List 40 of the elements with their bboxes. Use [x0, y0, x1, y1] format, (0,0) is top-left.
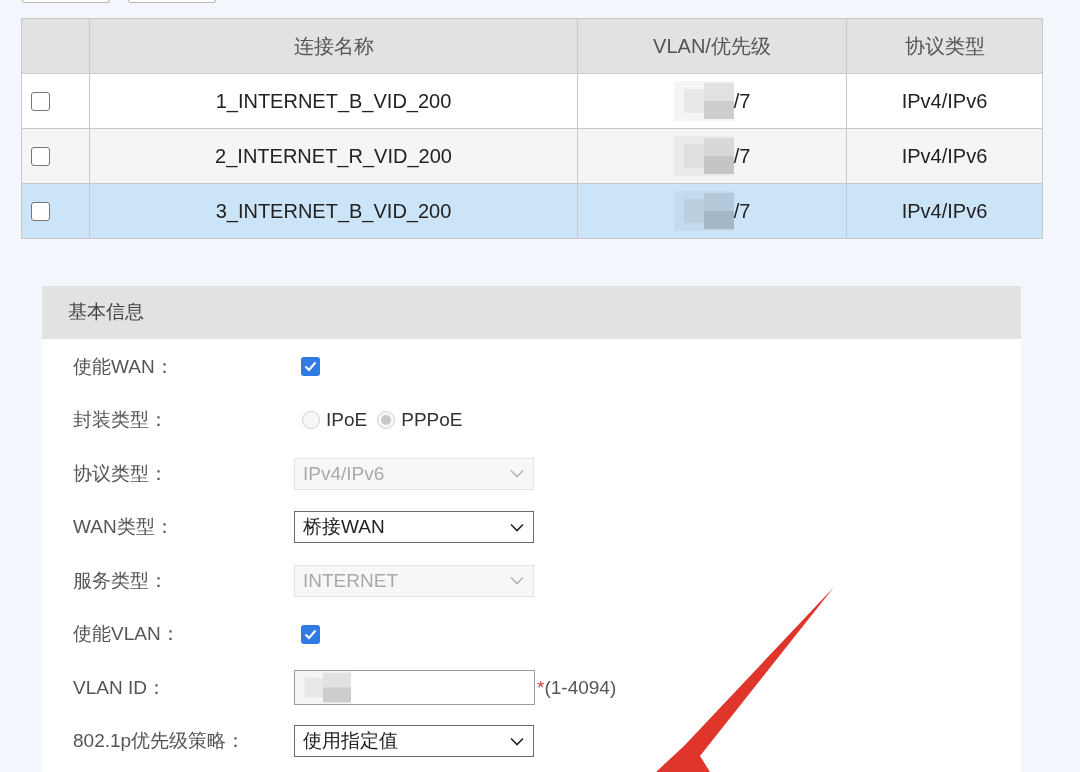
- checkbox[interactable]: [301, 357, 320, 377]
- checkbox[interactable]: [301, 624, 320, 644]
- chevron-down-icon: [510, 522, 524, 532]
- table-row[interactable]: 1_INTERNET_B_VID_200 /7 IPv4/IPv6: [21, 73, 1043, 129]
- field-label: 使能VLAN：: [73, 623, 180, 644]
- field-label: 802.1p优先级策略：: [73, 730, 246, 751]
- checkbox[interactable]: [31, 146, 50, 166]
- field-label: 使能WAN：: [73, 355, 174, 377]
- chevron-down-icon: [510, 469, 524, 479]
- radio-label: IPoE: [326, 408, 368, 432]
- field-label: VLAN ID：: [73, 676, 166, 698]
- dropdown[interactable]: 桥接WAN: [294, 511, 534, 544]
- vlan-priority: /7: [733, 144, 751, 169]
- connection-name: 3_INTERNET_B_VID_200: [215, 200, 452, 222]
- field-label: WAN类型：: [73, 516, 174, 537]
- protocol-type: IPv4/IPv6: [901, 200, 988, 222]
- dropdown[interactable]: 使用指定值: [294, 725, 534, 758]
- radio-label: PPPoE: [401, 408, 463, 432]
- checkbox[interactable]: [31, 91, 50, 111]
- vlan-priority: /7: [733, 199, 751, 224]
- field-label: 服务类型：: [73, 569, 168, 591]
- chevron-down-icon: [510, 736, 524, 746]
- column-header: 协议类型: [904, 35, 985, 57]
- connection-name: 1_INTERNET_B_VID_200: [215, 90, 452, 112]
- column-header: 连接名称: [293, 35, 374, 57]
- chevron-down-icon: [510, 576, 524, 586]
- column-header: VLAN/优先级: [653, 35, 771, 57]
- protocol-type: IPv4/IPv6: [901, 90, 988, 112]
- table-row[interactable]: 2_INTERNET_R_VID_200 /7 IPv4/IPv6: [21, 128, 1043, 184]
- input-field[interactable]: [294, 670, 535, 706]
- connection-name: 2_INTERNET_R_VID_200: [215, 145, 452, 167]
- field-label: 封装类型：: [73, 409, 168, 430]
- required-mark: *: [537, 675, 545, 700]
- range-hint: (1-4094): [544, 675, 617, 700]
- checkbox[interactable]: [31, 201, 50, 221]
- field-label: 协议类型：: [73, 462, 168, 484]
- vlan-priority: /7: [733, 89, 751, 114]
- protocol-type: IPv4/IPv6: [901, 145, 988, 167]
- section-header: 基本信息: [42, 286, 1021, 339]
- table-row[interactable]: 3_INTERNET_B_VID_200 /7 IPv4/IPv6: [21, 183, 1043, 239]
